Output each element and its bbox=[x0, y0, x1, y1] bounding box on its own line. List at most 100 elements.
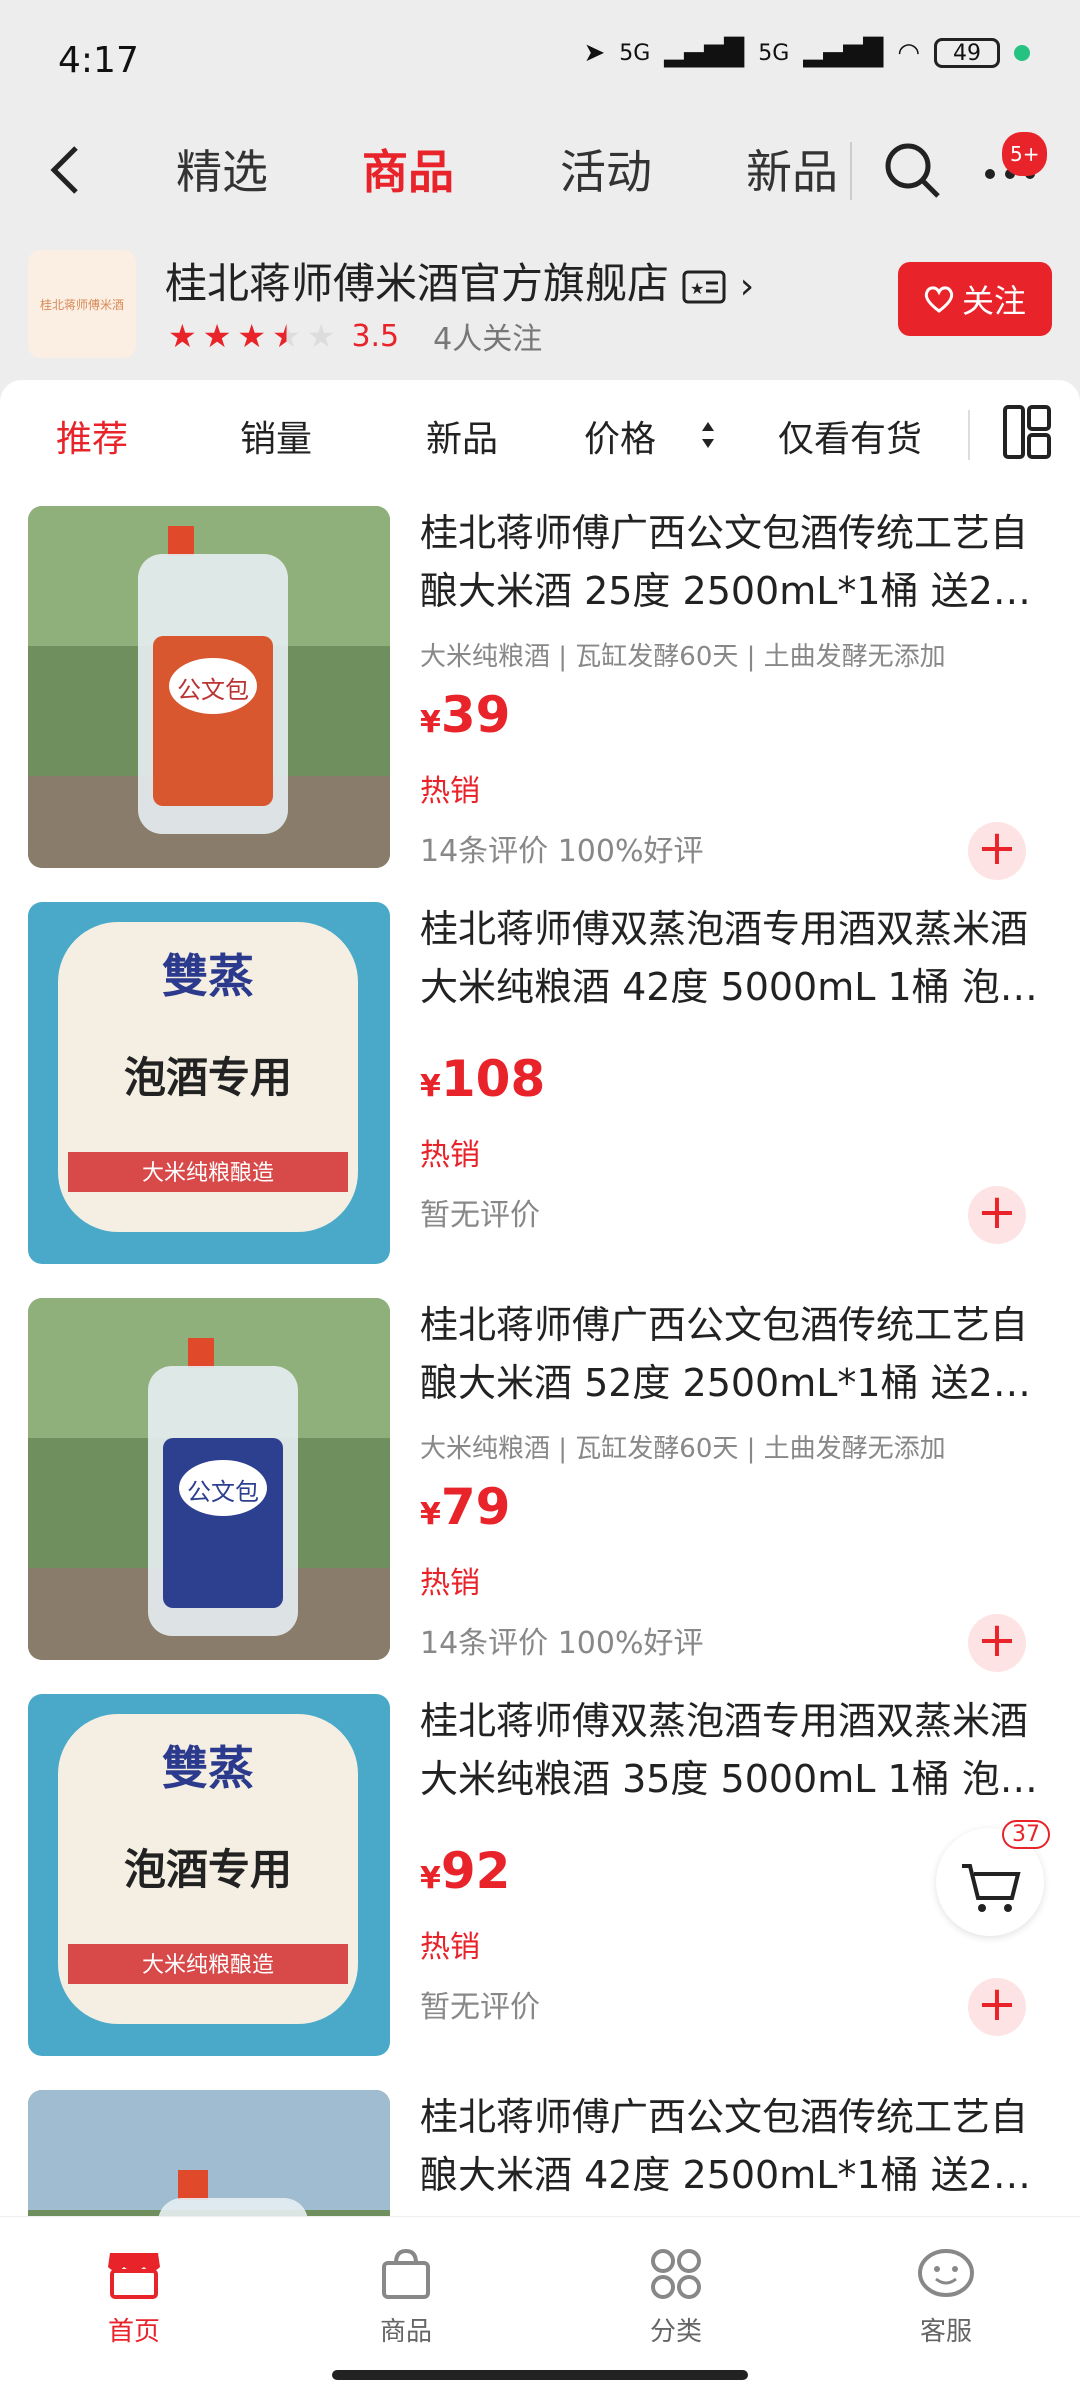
product-card[interactable]: 雙蒸 泡酒专用 大米纯粮酿造 桂北蒋师傅双蒸泡酒专用酒双蒸米酒大米纯粮酒 42度… bbox=[0, 886, 1080, 1282]
product-card[interactable]: 公文包 桂北蒋师傅广西公文包酒传统工艺自酿大米酒 25度 2500mL*1桶 送… bbox=[0, 490, 1080, 886]
shopping-bag-icon bbox=[382, 2248, 430, 2299]
currency-symbol: ¥ bbox=[420, 1861, 441, 1896]
hot-label: 热销 bbox=[420, 774, 480, 809]
product-card[interactable]: 公文包 桂北蒋师傅广西公文包酒传统工艺自酿大米酒 52度 2500mL*1桶 送… bbox=[0, 1282, 1080, 1678]
status-bar: 4:17 ➤ 5G ▂▄▆█ 5G ▂▄▆█ ◠ 49 bbox=[0, 0, 1080, 120]
home-indicator[interactable] bbox=[332, 2370, 748, 2380]
wine-bottle-image bbox=[28, 2090, 390, 2216]
add-to-cart-button[interactable]: + bbox=[968, 1614, 1026, 1672]
shop-name-text: 桂北蒋师傅米酒官方旗舰店 bbox=[165, 259, 670, 308]
product-price: ¥92 bbox=[420, 1842, 510, 1900]
privacy-dot-icon bbox=[1014, 45, 1030, 61]
product-image[interactable] bbox=[28, 2090, 390, 2216]
heart-icon bbox=[924, 286, 954, 313]
product-reviews: 14条评价 100%好评 bbox=[420, 834, 704, 869]
tab-products[interactable]: 商品 bbox=[362, 136, 454, 202]
customer-service-icon bbox=[918, 2249, 974, 2297]
signal-5g-label-2: 5G bbox=[758, 40, 790, 66]
sort-arrows-icon[interactable] bbox=[700, 418, 716, 452]
signal-5g-label: 5G bbox=[619, 40, 651, 66]
star-icon: ★ bbox=[237, 317, 267, 355]
bottom-nav-service[interactable]: 客服 bbox=[886, 2247, 1006, 2348]
bottom-nav-products[interactable]: 商品 bbox=[346, 2247, 466, 2348]
wifi-icon: ◠ bbox=[897, 38, 920, 68]
product-image[interactable]: 雙蒸 泡酒专用 大米纯粮酿造 bbox=[28, 1694, 390, 2056]
product-image[interactable]: 公文包 bbox=[28, 506, 390, 868]
sort-bar: 推荐 销量 新品 价格 仅看有货 bbox=[0, 380, 1080, 490]
battery-icon: 49 bbox=[934, 38, 1000, 68]
product-price: ¥79 bbox=[420, 1478, 510, 1536]
shop-name[interactable]: 桂北蒋师傅米酒官方旗舰店 ★ › bbox=[165, 250, 754, 311]
product-reviews: 14条评价 100%好评 bbox=[420, 1626, 704, 1661]
product-tags: 大米纯粮酒 | 瓦缸发酵60天 | 土曲发酵无添加 bbox=[420, 1434, 946, 1464]
nav-divider bbox=[850, 142, 852, 200]
shop-home-icon bbox=[108, 2253, 160, 2299]
floating-cart-button[interactable]: 37 bbox=[936, 1820, 1050, 1936]
signal-icon-2: ▂▄▆█ bbox=[803, 38, 884, 68]
more-button[interactable]: 5+ bbox=[980, 132, 1048, 194]
search-button[interactable] bbox=[880, 138, 944, 202]
price-value: 39 bbox=[440, 686, 511, 744]
label-ribbon-text: 大米纯粮酿造 bbox=[142, 1953, 274, 1978]
product-list: 公文包 桂北蒋师傅广西公文包酒传统工艺自酿大米酒 25度 2500mL*1桶 送… bbox=[0, 490, 1080, 2216]
currency-symbol: ¥ bbox=[420, 1069, 441, 1104]
sort-recommended[interactable]: 推荐 bbox=[56, 410, 128, 462]
grid-layout-icon[interactable] bbox=[1002, 404, 1052, 460]
bottom-nav-home[interactable]: 首页 bbox=[74, 2247, 194, 2348]
sort-sales[interactable]: 销量 bbox=[240, 410, 312, 462]
product-title[interactable]: 桂北蒋师傅双蒸泡酒专用酒双蒸米酒大米纯粮酒 42度 5000mL 1桶 泡… bbox=[420, 900, 1050, 1016]
status-icons: ➤ 5G ▂▄▆█ 5G ▂▄▆█ ◠ 49 bbox=[583, 38, 1030, 68]
follow-button[interactable]: 关注 bbox=[898, 262, 1052, 336]
wine-bottle-image: 公文包 bbox=[28, 1298, 390, 1660]
location-icon: ➤ bbox=[583, 38, 606, 68]
add-to-cart-button[interactable]: + bbox=[968, 822, 1026, 880]
bottom-nav-category[interactable]: 分类 bbox=[616, 2247, 736, 2348]
half-star-icon: ★ bbox=[272, 317, 301, 355]
follow-label: 关注 bbox=[961, 282, 1026, 320]
label-title-text: 雙蒸 bbox=[162, 949, 254, 1003]
hot-label: 热销 bbox=[420, 1566, 480, 1601]
hot-label: 热销 bbox=[420, 1138, 480, 1173]
bottom-nav-service-label: 客服 bbox=[919, 2317, 972, 2347]
currency-symbol: ¥ bbox=[420, 1497, 441, 1532]
bottom-nav-category-label: 分类 bbox=[649, 2317, 702, 2347]
shop-header: 桂北蒋师傅米酒 桂北蒋师傅米酒官方旗舰店 ★ › ★ ★ ★ ★ ★ 3.5 4… bbox=[0, 232, 1080, 380]
product-reviews: 暂无评价 bbox=[420, 1198, 540, 1233]
chevron-left-icon bbox=[50, 146, 78, 194]
product-tags: 大米纯粮酒 | 瓦缸发酵60天 | 土曲发酵无添加 bbox=[420, 642, 946, 672]
add-to-cart-button[interactable]: + bbox=[968, 1186, 1026, 1244]
star-icon: ★ bbox=[202, 317, 232, 355]
label-subtitle-text: 泡酒专用 bbox=[124, 1845, 292, 1894]
top-nav: 精选 商品 活动 新品 5+ bbox=[0, 120, 1080, 230]
category-grid-icon bbox=[651, 2249, 701, 2299]
tab-featured[interactable]: 精选 bbox=[176, 136, 268, 202]
add-to-cart-button[interactable]: + bbox=[968, 1978, 1026, 2036]
price-value: 108 bbox=[440, 1050, 546, 1108]
currency-symbol: ¥ bbox=[420, 705, 441, 740]
product-image[interactable]: 雙蒸 泡酒专用 大米纯粮酿造 bbox=[28, 902, 390, 1264]
tab-new[interactable]: 新品 bbox=[746, 136, 838, 202]
shop-card-icon: ★ bbox=[682, 270, 726, 303]
empty-star-icon: ★ bbox=[306, 317, 336, 355]
product-price: ¥39 bbox=[420, 686, 510, 744]
label-subtitle-text: 泡酒专用 bbox=[124, 1053, 292, 1102]
product-title[interactable]: 桂北蒋师傅广西公文包酒传统工艺自酿大米酒 42度 2500mL*1桶 送2… bbox=[420, 2088, 1050, 2204]
wine-label-image: 雙蒸 泡酒专用 大米纯粮酿造 bbox=[28, 1694, 390, 2056]
product-title[interactable]: 桂北蒋师傅广西公文包酒传统工艺自酿大米酒 52度 2500mL*1桶 送2… bbox=[420, 1296, 1050, 1412]
sort-new[interactable]: 新品 bbox=[426, 410, 498, 462]
label-ribbon-text: 大米纯粮酿造 bbox=[142, 1161, 274, 1186]
product-title[interactable]: 桂北蒋师傅广西公文包酒传统工艺自酿大米酒 25度 2500mL*1桶 送2… bbox=[420, 504, 1050, 620]
tab-events[interactable]: 活动 bbox=[560, 136, 652, 202]
product-card[interactable]: 桂北蒋师傅广西公文包酒传统工艺自酿大米酒 42度 2500mL*1桶 送2… bbox=[0, 2074, 1080, 2216]
follower-count: 4人关注 bbox=[433, 322, 543, 357]
bottle-label-text: 公文包 bbox=[187, 1478, 259, 1506]
product-image[interactable]: 公文包 bbox=[28, 1298, 390, 1660]
product-title[interactable]: 桂北蒋师傅双蒸泡酒专用酒双蒸米酒大米纯粮酒 35度 5000mL 1桶 泡… bbox=[420, 1692, 1050, 1808]
bottom-nav-products-label: 商品 bbox=[379, 2317, 432, 2347]
sort-price[interactable]: 价格 bbox=[584, 410, 656, 462]
product-card[interactable]: 雙蒸 泡酒专用 大米纯粮酿造 桂北蒋师傅双蒸泡酒专用酒双蒸米酒大米纯粮酒 35度… bbox=[0, 1678, 1080, 2074]
sort-in-stock[interactable]: 仅看有货 bbox=[778, 410, 922, 462]
shop-logo[interactable]: 桂北蒋师傅米酒 bbox=[28, 250, 136, 358]
svg-text:★: ★ bbox=[690, 279, 704, 298]
back-button[interactable] bbox=[46, 140, 86, 214]
